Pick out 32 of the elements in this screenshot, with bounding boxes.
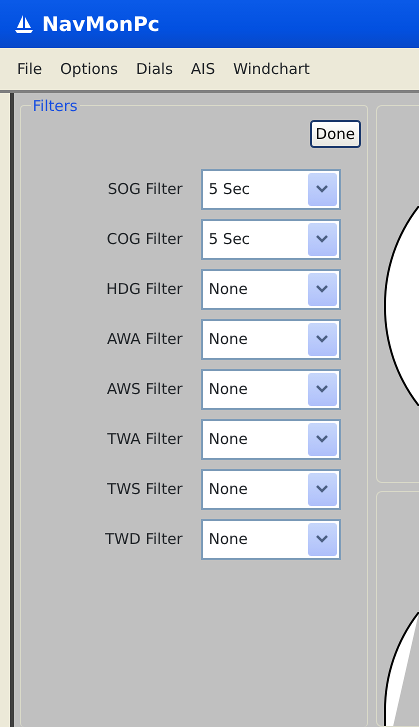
- chevron-down-icon: [316, 485, 328, 493]
- dropdown[interactable]: None: [200, 368, 341, 410]
- chevron-down-icon: [316, 335, 328, 343]
- chevron-down-icon: [316, 185, 328, 193]
- dropdown[interactable]: None: [200, 518, 341, 560]
- done-button[interactable]: Done: [310, 120, 361, 148]
- filter-label: COG Filter: [106, 228, 184, 250]
- filter-label: AWA Filter: [106, 328, 184, 350]
- dropdown[interactable]: 5 Sec: [200, 218, 341, 260]
- chevron-down-icon: [316, 235, 328, 243]
- filter-label: TWS Filter: [106, 478, 184, 500]
- dropdown[interactable]: None: [200, 418, 341, 460]
- chevron-down-icon: [316, 535, 328, 543]
- dropdown[interactable]: None: [200, 268, 341, 310]
- chevron-down-icon: [316, 285, 328, 293]
- chevron-down-icon: [316, 385, 328, 393]
- chevron-down-icon: [316, 435, 328, 443]
- filter-label: AWS Filter: [106, 378, 184, 400]
- menu-item[interactable]: Dials: [127, 58, 182, 80]
- menu-item[interactable]: AIS: [182, 58, 224, 80]
- sailboat-icon: [14, 14, 34, 34]
- menu-item[interactable]: Options: [51, 58, 127, 80]
- window-title: NavMonPc: [42, 11, 160, 38]
- dropdown[interactable]: None: [200, 318, 341, 360]
- menu-item[interactable]: File: [8, 58, 52, 80]
- filter-label: SOG Filter: [106, 178, 184, 200]
- filter-label: TWD Filter: [104, 528, 184, 550]
- filter-label: HDG Filter: [105, 278, 184, 300]
- menu-item[interactable]: Windchart: [224, 58, 319, 80]
- filter-label: TWA Filter: [106, 428, 184, 450]
- dropdown[interactable]: None: [200, 468, 341, 510]
- dropdown[interactable]: 5 Sec: [200, 168, 341, 210]
